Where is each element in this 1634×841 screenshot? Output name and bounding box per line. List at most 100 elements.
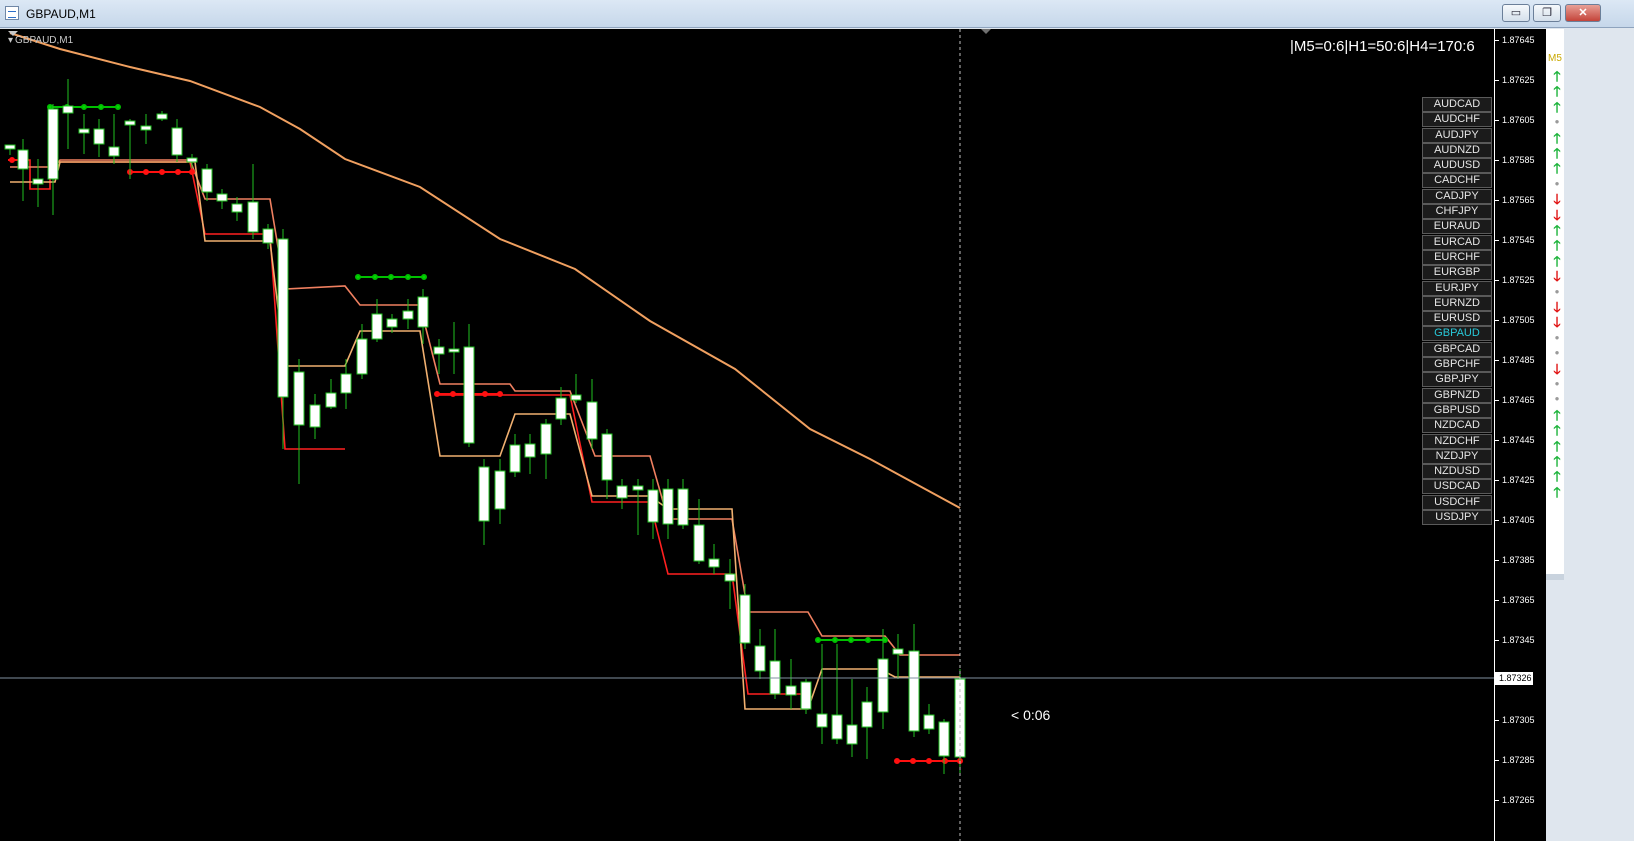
pair-button-eurchf[interactable]: EURCHF xyxy=(1422,249,1492,265)
candle-body xyxy=(448,348,460,353)
trend-down-arrow-icon: 🡓 xyxy=(1553,314,1561,331)
candle-body xyxy=(171,127,183,156)
pair-button-gbpnzd[interactable]: GBPNZD xyxy=(1422,387,1492,403)
pair-button-nzdcad[interactable]: NZDCAD xyxy=(1422,418,1492,434)
candle-body xyxy=(923,714,935,730)
pair-button-cadjpy[interactable]: CADJPY xyxy=(1422,188,1492,204)
neutral-dot-icon: ● xyxy=(1554,117,1560,127)
candle-body xyxy=(231,203,243,213)
pair-button-cadchf[interactable]: CADCHF xyxy=(1422,173,1492,189)
pair-button-chfjpy[interactable]: CHFJPY xyxy=(1422,204,1492,220)
candle-body xyxy=(32,178,44,185)
pair-button-usdcad[interactable]: USDCAD xyxy=(1422,479,1492,495)
pair-button-audchf[interactable]: AUDCHF xyxy=(1422,112,1492,128)
chart-shift-marker[interactable] xyxy=(981,29,991,34)
timeframe-countdown-info: |M5=0:6|H1=50:6|H4=170:6 xyxy=(1290,38,1475,55)
pair-button-eurnzd[interactable]: EURNZD xyxy=(1422,295,1492,311)
price-axis[interactable]: 1.87645 1.87625 1.87605 1.87585 1.87565 1.875… xyxy=(1494,29,1546,841)
pair-button-euraud[interactable]: EURAUD xyxy=(1422,219,1492,235)
candle-body xyxy=(201,168,213,193)
candle-body xyxy=(340,373,352,394)
candle-body xyxy=(540,423,552,455)
pair-button-gbpaud[interactable]: GBPAUD xyxy=(1422,326,1492,342)
candle-body xyxy=(62,105,74,114)
candle-body xyxy=(816,713,828,728)
candle-body xyxy=(754,645,766,672)
trend-up-arrow-icon: 🡑 xyxy=(1553,437,1561,454)
trend-up-arrow-icon: 🡑 xyxy=(1553,468,1561,485)
window-titlebar[interactable]: GBPAUD,M1 ▭ ❐ ✕ xyxy=(0,0,1634,28)
candle-body xyxy=(647,489,659,523)
neutral-dot-icon: ● xyxy=(1554,332,1560,342)
trend-up-arrow-icon: 🡑 xyxy=(1553,160,1561,177)
candle-body xyxy=(524,443,536,458)
dropdown-icon: ▾ xyxy=(8,35,14,46)
pair-button-gbpusd[interactable]: GBPUSD xyxy=(1422,402,1492,418)
candle-body xyxy=(601,433,613,481)
pair-button-usdjpy[interactable]: USDJPY xyxy=(1422,510,1492,526)
candle-body xyxy=(846,724,858,745)
pair-button-audnzd[interactable]: AUDNZD xyxy=(1422,142,1492,158)
candle-body xyxy=(724,573,736,582)
candle-body xyxy=(433,346,445,355)
pair-button-gbpjpy[interactable]: GBPJPY xyxy=(1422,372,1492,388)
candle-body xyxy=(17,149,29,170)
pair-button-eurgbp[interactable]: EURGBP xyxy=(1422,265,1492,281)
candle-body xyxy=(140,125,152,131)
close-button[interactable]: ✕ xyxy=(1565,4,1601,22)
price-chart[interactable]: ▾ GBPAUD,M1 |M5=0:6|H1=50:6|H4=170:6 < 0:… xyxy=(0,29,1634,841)
trend-up-arrow-icon: 🡑 xyxy=(1553,422,1561,439)
pair-button-gbpcad[interactable]: GBPCAD xyxy=(1422,341,1492,357)
trend-up-arrow-icon: 🡑 xyxy=(1553,145,1561,161)
neutral-dot-icon: ● xyxy=(1554,348,1560,358)
candle-body xyxy=(632,485,644,491)
candle-body xyxy=(570,394,582,401)
candle-body xyxy=(662,488,674,525)
candle-body xyxy=(739,594,751,644)
candle-body xyxy=(785,685,797,696)
red-signal-dots xyxy=(8,157,963,764)
pair-button-audcad[interactable]: AUDCAD xyxy=(1422,97,1492,112)
candle-body xyxy=(93,128,105,145)
candle-body xyxy=(908,650,920,732)
candle-body xyxy=(555,397,567,420)
side-scrollbar[interactable] xyxy=(1546,574,1564,580)
pair-button-nzdchf[interactable]: NZDCHF xyxy=(1422,433,1492,449)
candle-body xyxy=(156,113,168,120)
candle-body xyxy=(463,346,475,444)
trend-up-arrow-icon: 🡑 xyxy=(1553,68,1561,84)
pair-button-eurjpy[interactable]: EURJPY xyxy=(1422,280,1492,296)
pair-selector-panel: AUDCAD AUDCHF AUDJPY AUDNZD AUDUSD CADCHF CADJ… xyxy=(1422,97,1492,526)
neutral-dot-icon: ● xyxy=(1554,286,1560,296)
candle-body xyxy=(478,466,490,522)
trend-down-arrow-icon: 🡓 xyxy=(1553,206,1561,223)
candle-body xyxy=(586,401,598,440)
candle-body xyxy=(216,193,228,202)
candle-body xyxy=(186,157,198,163)
pair-button-eurcad[interactable]: EURCAD xyxy=(1422,234,1492,250)
pair-button-nzdusd[interactable]: NZDUSD xyxy=(1422,464,1492,480)
pair-button-usdchf[interactable]: USDCHF xyxy=(1422,494,1492,510)
candle-body xyxy=(47,108,59,180)
chart-symbol-label: ▾ GBPAUD,M1 xyxy=(8,35,74,46)
candle-body xyxy=(693,524,705,562)
pair-button-audusd[interactable]: AUDUSD xyxy=(1422,158,1492,174)
maximize-button[interactable]: ❐ xyxy=(1533,4,1561,22)
candle-body xyxy=(386,318,398,328)
trend-up-arrow-icon: 🡑 xyxy=(1553,83,1561,100)
pair-button-gbpchf[interactable]: GBPCHF xyxy=(1422,357,1492,373)
trend-up-arrow-icon: 🡑 xyxy=(1553,222,1561,238)
red-signal-line xyxy=(10,159,808,695)
chart-canvas[interactable] xyxy=(0,29,1494,841)
chart-window-icon xyxy=(5,6,19,20)
trend-up-arrow-icon: 🡑 xyxy=(1553,237,1561,254)
side-panel: M5 🡑 🡑 🡑 ● 🡑 🡑 🡑 ● 🡓 🡓 🡑 🡑 🡑 🡓 ● 🡓 🡓 ● ● 🡓 ● ● 🡑 🡑 🡑 🡑 🡑 🡑 xyxy=(1546,29,1634,841)
minimize-button[interactable]: ▭ xyxy=(1502,4,1530,22)
neutral-dot-icon: ● xyxy=(1554,394,1560,404)
candle-body xyxy=(677,488,689,526)
pair-button-nzdjpy[interactable]: NZDJPY xyxy=(1422,448,1492,464)
candle-body xyxy=(831,714,843,740)
pair-button-audjpy[interactable]: AUDJPY xyxy=(1422,127,1492,143)
window-title: GBPAUD,M1 xyxy=(26,7,96,21)
pair-button-eurusd[interactable]: EURUSD xyxy=(1422,311,1492,327)
